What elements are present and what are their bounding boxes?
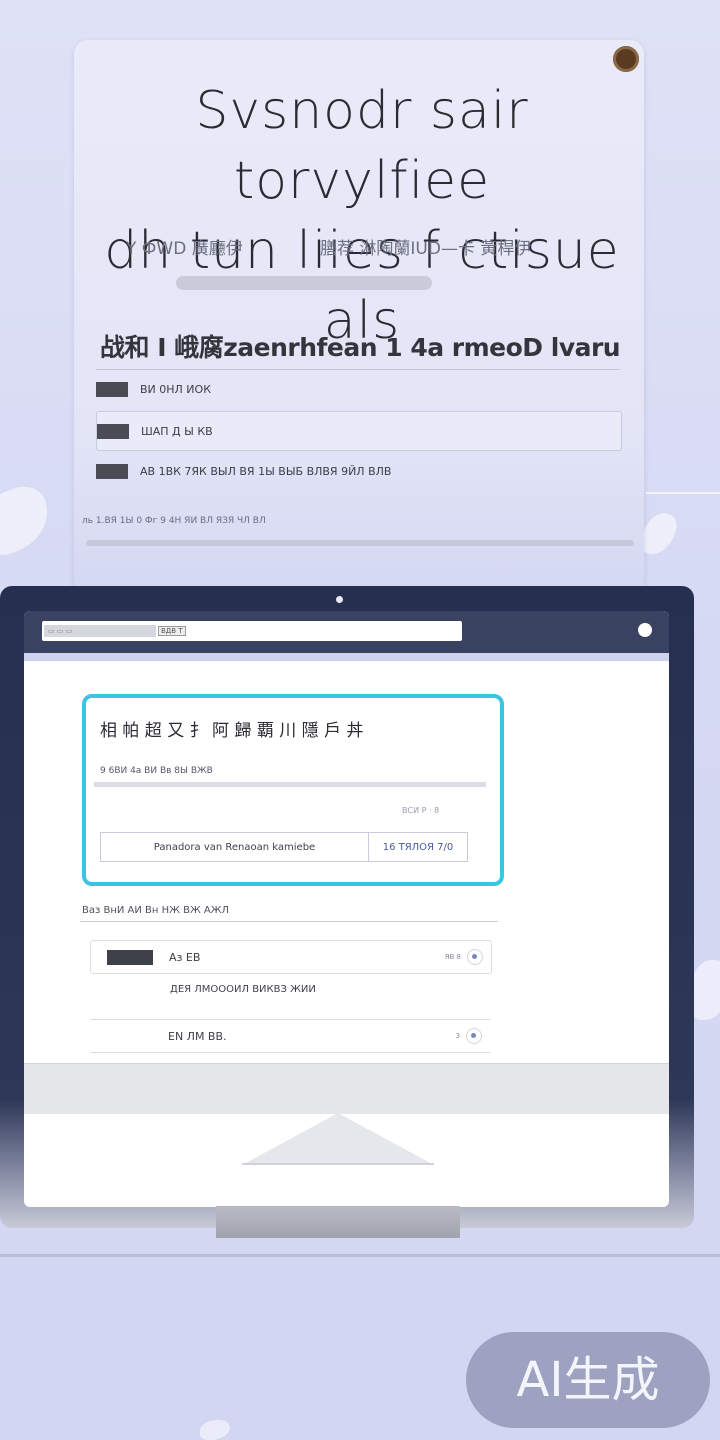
hero-subtitle-right: 膳荐 淋陶蘭IUD—卡 黃桿伊 — [320, 239, 532, 259]
background-leaf-shape — [200, 1420, 230, 1440]
section-title: 战和 I 峨腐zaenrhfean 1 4a rmeoD lvaru — [100, 333, 621, 362]
address-bar[interactable]: ▭ ▭ ▭ ВДВ Т — [42, 621, 462, 641]
option-label: ШАП Д Ы КВ — [141, 424, 213, 438]
list-item-value: ЯВ 8 — [444, 953, 461, 961]
list-item-label: Аз ЕВ — [169, 950, 201, 964]
option-row-selected[interactable]: ШАП Д Ы КВ — [96, 411, 622, 451]
list-item-value: 3 — [455, 1032, 460, 1040]
screen-footer — [24, 1063, 669, 1114]
list-item-label: ЕN ЛМ ВВ. — [168, 1029, 227, 1043]
card-corner-dot — [613, 46, 639, 72]
radio-icon[interactable] — [466, 1028, 482, 1044]
dialog-input-row: Panadora van Renaoan kamiebe 16 ТЯЛОЯ 7/… — [100, 832, 468, 862]
list-divider — [80, 921, 498, 922]
browser-tabs[interactable]: ▭ ▭ ▭ — [44, 625, 156, 637]
background-line — [646, 492, 720, 494]
option-row[interactable]: АВ 1ВК 7ЯК ВЫЛ ВЯ 1Ы ВЫБ ВЛВЯ 9ЙЛ ВЛВ — [96, 452, 620, 490]
hero-progress-bar — [176, 276, 432, 290]
laptop-screen: ▭ ▭ ▭ ВДВ Т 相 帕 超 又 扌 阿 歸 覇 川 隱 戶 丼 9 6В… — [24, 611, 669, 1207]
hero-subtitle-left: Y ФWD 廣廳伊 — [126, 239, 243, 259]
option-swatch — [97, 423, 129, 439]
laptop-hinge — [216, 1206, 460, 1238]
option-swatch — [96, 463, 128, 479]
webcam-icon — [336, 596, 343, 603]
hero-headline-line-1: Svsnodr sair torvylfiee — [195, 81, 529, 211]
table-edge — [0, 1254, 720, 1257]
option-row[interactable]: ВИ 0НЛ ИОК — [96, 370, 620, 408]
dialog-title: 相 帕 超 又 扌 阿 歸 覇 川 隱 戶 丼 — [100, 721, 364, 741]
browser-toolbar: ▭ ▭ ▭ ВДВ Т — [24, 611, 669, 653]
option-label: ВИ 0НЛ ИОК — [140, 382, 212, 396]
background-leaf-shape — [0, 479, 59, 561]
radio-icon[interactable] — [467, 949, 483, 965]
toolbar-underline — [24, 653, 669, 661]
highlighted-dialog: 相 帕 超 又 扌 阿 歸 覇 川 隱 戶 丼 9 6ВИ 4а ВИ Вв 8… — [82, 694, 504, 886]
monitor-stand-base — [242, 1163, 434, 1165]
dialog-counter: ВСИ Р · 8 — [402, 806, 440, 815]
option-label: АВ 1ВК 7ЯК ВЫЛ ВЯ 1Ы ВЫБ ВЛВЯ 9ЙЛ ВЛВ — [140, 464, 392, 478]
menu-dot-icon[interactable] — [638, 623, 652, 637]
list-heading: Ваз ВнИ АИ Вн НЖ ВЖ АЖЛ — [82, 905, 230, 916]
option-swatch — [96, 381, 128, 397]
address-chip[interactable]: ВДВ Т — [158, 626, 186, 636]
list-item-note: ДЕЯ ЛМОООИЛ ВИКВЗ ЖИИ — [170, 984, 316, 995]
background-leaf-shape — [690, 960, 720, 1020]
dialog-input-text[interactable]: Panadora van Renaoan kamiebe — [101, 842, 368, 853]
dialog-action-button[interactable]: 16 ТЯЛОЯ 7/0 — [368, 833, 467, 861]
fine-print-bar — [86, 540, 634, 546]
tabs-label: ▭ ▭ ▭ — [48, 627, 73, 635]
watermark-text: AI生成 — [516, 1352, 660, 1408]
fine-print: ль 1.ВЯ 1Ы 0 Фг 9 4Н ЯИ ВЛ ЯЗЯ ЧЛ ВЛ — [82, 516, 266, 526]
ai-generated-watermark: AI生成 — [466, 1332, 710, 1428]
dialog-progress-bar — [94, 782, 486, 787]
dialog-description: 9 6ВИ 4а ВИ Вв 8Ы ВЖВ — [100, 766, 213, 776]
list-item-swatch — [107, 949, 153, 965]
monitor-stand-graphic — [242, 1113, 434, 1165]
hero-headline: Svsnodr sair torvylfiee dh tun liies f c… — [92, 76, 632, 356]
list-item[interactable]: Аз ЕВ ЯВ 8 — [90, 940, 492, 974]
list-item[interactable]: ЕN ЛМ ВВ. 3 — [90, 1019, 490, 1053]
